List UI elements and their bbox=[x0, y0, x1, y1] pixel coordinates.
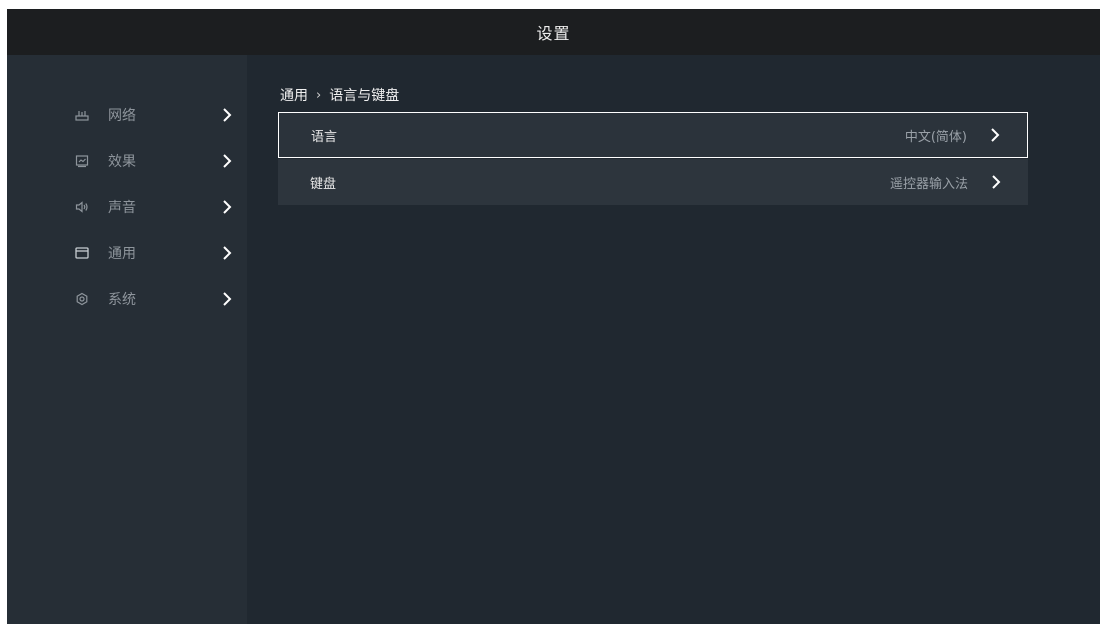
breadcrumb-separator: › bbox=[316, 87, 322, 103]
row-value: 中文(简体) bbox=[904, 129, 967, 145]
chevron-right-icon bbox=[990, 127, 1000, 143]
window-icon bbox=[75, 246, 89, 260]
sidebar-item-general[interactable]: 通用 bbox=[7, 230, 247, 276]
network-icon bbox=[75, 108, 89, 122]
display-effect-icon bbox=[75, 154, 89, 168]
sidebar-item-effects[interactable]: 效果 bbox=[7, 138, 247, 184]
breadcrumb: 通用 › 语言与键盘 bbox=[280, 85, 399, 105]
chevron-right-icon bbox=[222, 153, 232, 169]
gear-icon bbox=[75, 292, 89, 306]
sidebar: 网络 效果 声音 通用 系统 bbox=[7, 55, 247, 624]
sidebar-item-label: 网络 bbox=[108, 108, 136, 124]
row-value: 遥控器输入法 bbox=[889, 176, 968, 192]
row-label: 键盘 bbox=[310, 176, 337, 192]
speaker-icon bbox=[75, 200, 89, 214]
row-label: 语言 bbox=[311, 129, 338, 145]
sidebar-item-system[interactable]: 系统 bbox=[7, 276, 247, 322]
title-bar: 设置 bbox=[7, 9, 1100, 55]
sidebar-item-network[interactable]: 网络 bbox=[7, 92, 247, 138]
sidebar-item-label: 通用 bbox=[108, 246, 136, 262]
sidebar-item-label: 声音 bbox=[108, 200, 136, 216]
chevron-right-icon bbox=[222, 291, 232, 307]
language-row[interactable]: 语言 中文(简体) bbox=[278, 112, 1028, 158]
chevron-right-icon bbox=[222, 245, 232, 261]
keyboard-row[interactable]: 键盘 遥控器输入法 bbox=[278, 159, 1028, 205]
sidebar-item-sound[interactable]: 声音 bbox=[7, 184, 247, 230]
chevron-right-icon bbox=[991, 174, 1001, 190]
chevron-right-icon bbox=[222, 107, 232, 123]
breadcrumb-parent[interactable]: 通用 bbox=[280, 85, 308, 105]
settings-window: 设置 网络 效果 声音 通用 系统 通用 › 语言与键盘 语言 中文(简体) 键… bbox=[7, 9, 1100, 624]
sidebar-item-label: 系统 bbox=[108, 292, 136, 308]
page-title: 设置 bbox=[536, 24, 571, 43]
sidebar-item-label: 效果 bbox=[108, 154, 136, 170]
breadcrumb-current: 语言与键盘 bbox=[329, 88, 400, 104]
content-panel: 通用 › 语言与键盘 语言 中文(简体) 键盘 遥控器输入法 bbox=[247, 55, 1100, 624]
chevron-right-icon bbox=[222, 199, 232, 215]
